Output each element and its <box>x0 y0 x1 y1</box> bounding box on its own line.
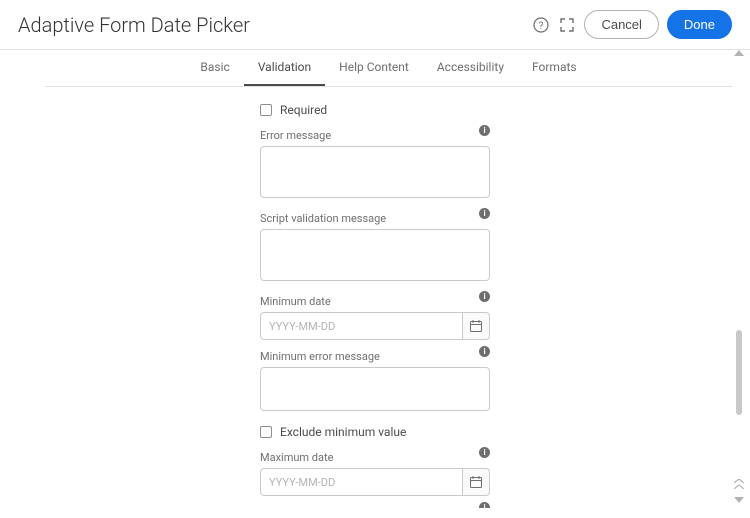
tab-formats[interactable]: Formats <box>518 50 591 86</box>
fullscreen-icon[interactable] <box>558 16 576 34</box>
maximum-date-wrap <box>260 468 490 496</box>
error-message-label: Error message <box>260 129 490 142</box>
scrollbar-thumb[interactable] <box>736 330 742 415</box>
info-icon[interactable]: i <box>479 125 490 136</box>
scroll-down-icon[interactable] <box>732 495 746 506</box>
content-wrapper: Basic Validation Help Content Accessibil… <box>0 50 750 508</box>
info-icon[interactable]: i <box>479 447 490 458</box>
form-content: Required Error message i Script validati… <box>0 87 750 508</box>
info-icon[interactable]: i <box>479 208 490 219</box>
exclude-minimum-checkbox[interactable] <box>260 426 272 438</box>
minimum-error-field: Minimum error message i <box>260 350 490 415</box>
minimum-date-input[interactable] <box>260 312 462 340</box>
required-field: Required <box>260 103 490 117</box>
error-message-field: Error message i <box>260 129 490 202</box>
required-label: Required <box>280 103 327 117</box>
maximum-error-field: Maximum error message i <box>260 506 490 508</box>
calendar-icon[interactable] <box>462 468 490 496</box>
scrollbar-track <box>736 50 742 508</box>
maximum-date-field: Maximum date i <box>260 451 490 496</box>
info-icon[interactable]: i <box>479 291 490 302</box>
exclude-minimum-field: Exclude minimum value <box>260 425 490 439</box>
script-validation-field: Script validation message i <box>260 212 490 285</box>
tab-basic[interactable]: Basic <box>186 50 243 86</box>
cancel-button[interactable]: Cancel <box>584 10 658 39</box>
tab-accessibility[interactable]: Accessibility <box>423 50 518 86</box>
error-message-input[interactable] <box>260 146 490 198</box>
maximum-date-label: Maximum date <box>260 451 490 464</box>
done-button[interactable]: Done <box>667 10 732 39</box>
minimum-date-wrap <box>260 312 490 340</box>
minimum-error-label: Minimum error message <box>260 350 490 363</box>
minimum-date-label: Minimum date <box>260 295 490 308</box>
tabs: Basic Validation Help Content Accessibil… <box>45 50 732 86</box>
info-icon[interactable]: i <box>479 346 490 357</box>
header-actions: ? Cancel Done <box>532 10 732 39</box>
help-icon[interactable]: ? <box>532 16 550 34</box>
calendar-icon[interactable] <box>462 312 490 340</box>
maximum-error-label: Maximum error message <box>260 506 490 508</box>
tabs-row: Basic Validation Help Content Accessibil… <box>45 50 732 87</box>
dialog-title: Adaptive Form Date Picker <box>18 13 250 37</box>
required-checkbox[interactable] <box>260 104 272 116</box>
minimum-error-input[interactable] <box>260 367 490 411</box>
svg-text:?: ? <box>539 21 544 32</box>
scroll-double-icon[interactable] <box>732 479 746 492</box>
dialog-header: Adaptive Form Date Picker ? Cancel Done <box>0 0 750 50</box>
script-validation-input[interactable] <box>260 229 490 281</box>
script-validation-label: Script validation message <box>260 212 490 225</box>
minimum-date-field: Minimum date i <box>260 295 490 340</box>
info-icon[interactable]: i <box>479 502 490 508</box>
tab-help-content[interactable]: Help Content <box>325 50 423 86</box>
maximum-date-input[interactable] <box>260 468 462 496</box>
tab-validation[interactable]: Validation <box>244 50 325 86</box>
exclude-minimum-label: Exclude minimum value <box>280 425 406 439</box>
